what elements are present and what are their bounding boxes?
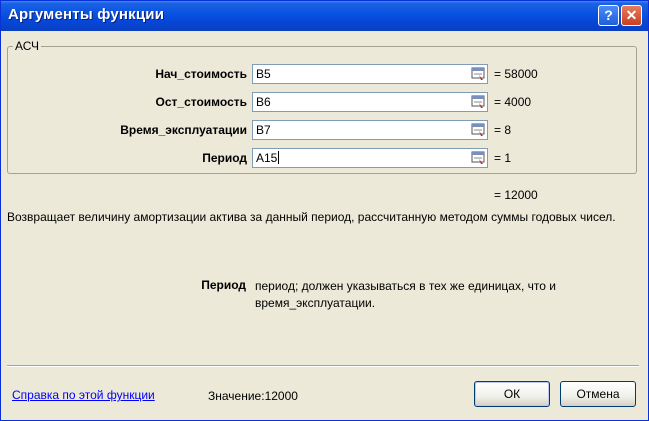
- arg-input-life[interactable]: B7: [252, 120, 488, 140]
- collapse-dialog-icon[interactable]: [470, 150, 487, 166]
- arg-input-life-text: B7: [256, 123, 271, 137]
- value-number: 12000: [264, 389, 298, 403]
- title-bar[interactable]: Аргументы функции ? ✕: [1, 1, 648, 31]
- arg-input-initial-cost-text: B5: [256, 67, 271, 81]
- arg-label-salvage: Ост_стоимость: [155, 95, 247, 109]
- function-description: Возвращает величину амортизации актива з…: [7, 210, 616, 224]
- formula-result: = 12000: [494, 188, 538, 202]
- collapse-dialog-icon[interactable]: [470, 94, 487, 110]
- parameter-description: период; должен указываться в тех же един…: [255, 278, 635, 312]
- cancel-button[interactable]: Отмена: [560, 381, 636, 407]
- footer-divider: [7, 365, 639, 367]
- arg-value-life: = 8: [494, 123, 512, 137]
- help-on-function-link[interactable]: Справка по этой функции: [12, 388, 155, 402]
- arg-input-salvage-text: B6: [256, 95, 271, 109]
- parameter-name: Период: [201, 278, 246, 292]
- collapse-dialog-icon[interactable]: [470, 66, 487, 82]
- parameter-description-line1: период; должен указываться в тех же един…: [255, 279, 556, 293]
- arg-input-period[interactable]: A15: [252, 148, 488, 168]
- arg-label-period: Период: [202, 151, 247, 165]
- arg-input-period-text: A15: [256, 151, 278, 165]
- arg-label-life: Время_эксплуатации: [120, 123, 247, 137]
- close-button[interactable]: ✕: [621, 5, 642, 26]
- arg-label-initial-cost: Нач_стоимость: [155, 67, 247, 81]
- window-title: Аргументы функции: [8, 6, 165, 23]
- text-cursor: [278, 151, 280, 164]
- ok-button[interactable]: ОК: [474, 381, 550, 407]
- arg-value-period: = 1: [494, 151, 512, 165]
- value-readout: Значение:12000: [208, 389, 298, 403]
- help-button[interactable]: ?: [598, 5, 619, 26]
- value-label: Значение:: [208, 389, 265, 403]
- parameter-description-line2: время_эксплуатации.: [255, 296, 376, 310]
- function-arguments-dialog: Аргументы функции ? ✕ АСЧ Нач_стоимость …: [0, 0, 649, 421]
- arg-value-initial-cost: = 58000: [494, 67, 538, 81]
- function-name-label: АСЧ: [13, 39, 42, 53]
- arg-input-salvage[interactable]: B6: [252, 92, 488, 112]
- arg-value-salvage: = 4000: [494, 95, 532, 109]
- arg-input-initial-cost[interactable]: B5: [252, 64, 488, 84]
- collapse-dialog-icon[interactable]: [470, 122, 487, 138]
